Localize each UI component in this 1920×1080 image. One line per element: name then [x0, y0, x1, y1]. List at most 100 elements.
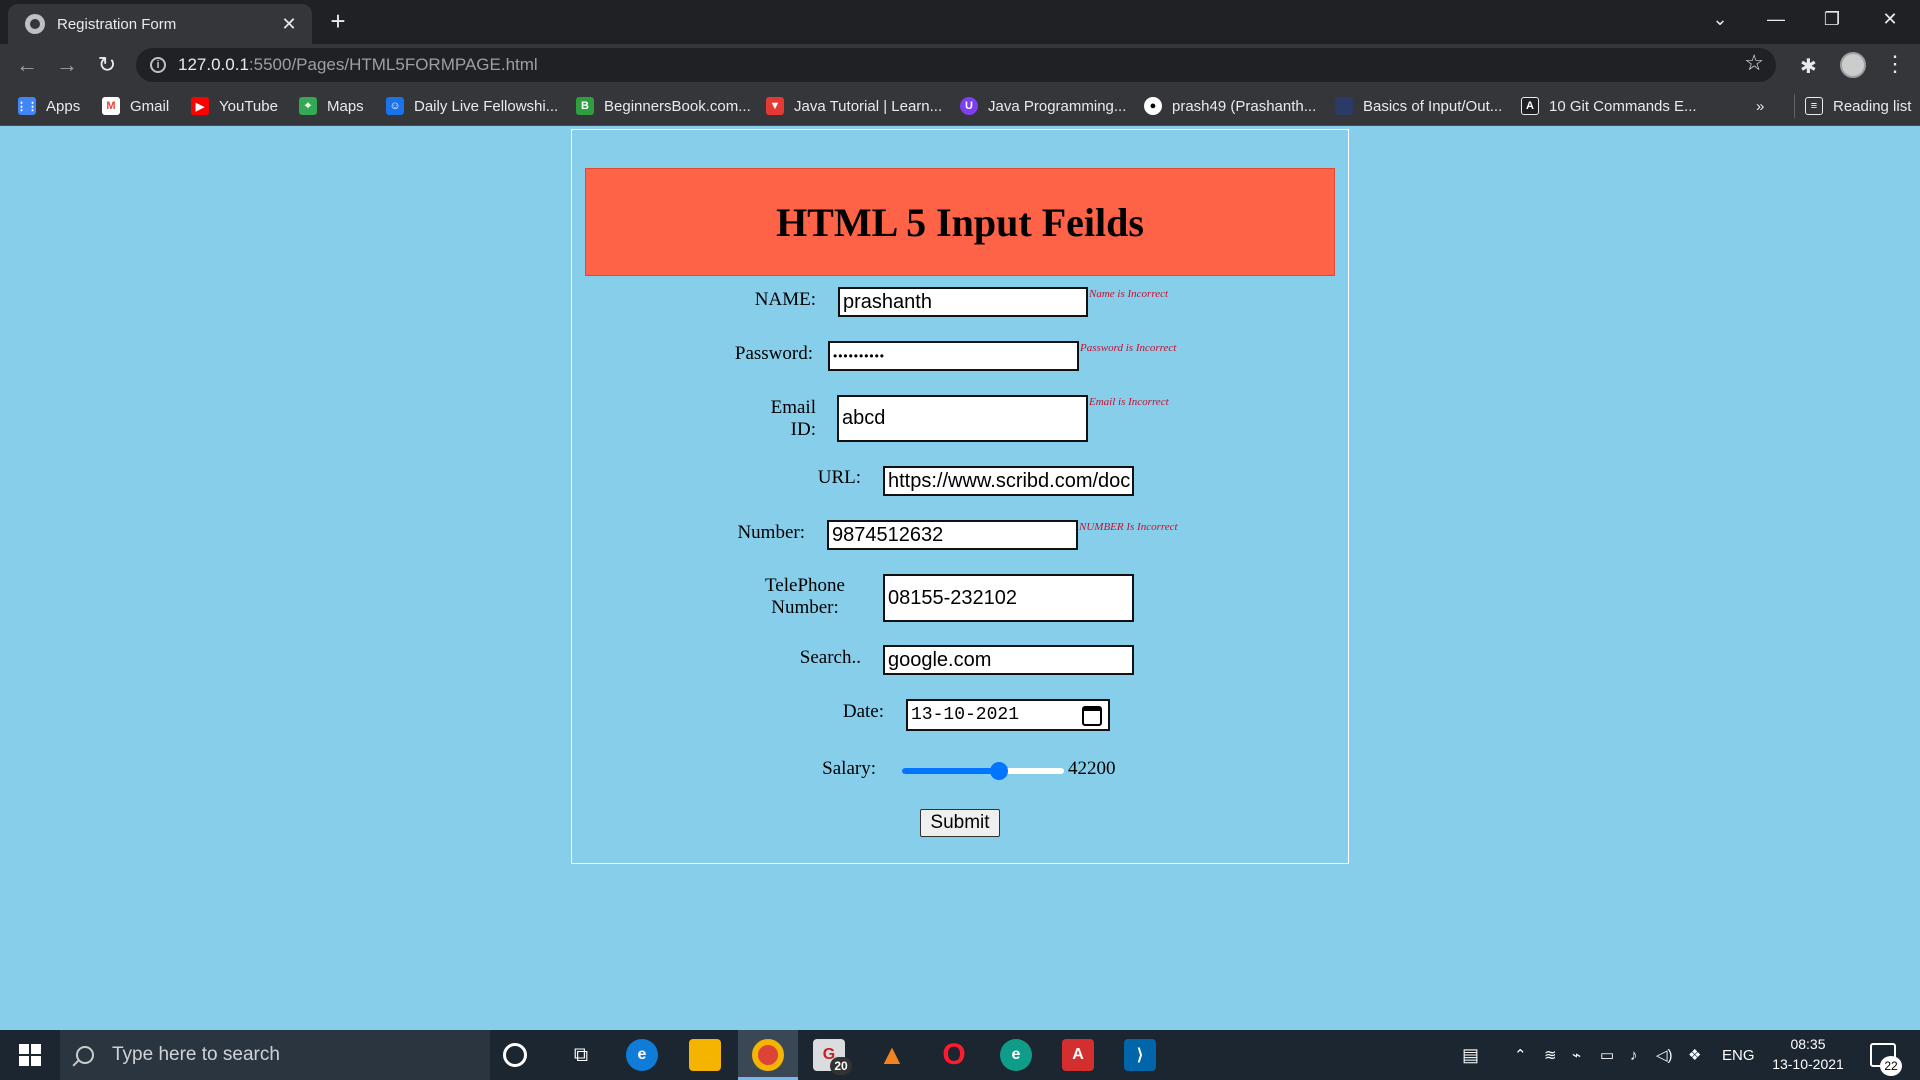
language-indicator[interactable]: ENG: [1722, 1030, 1755, 1080]
number-label: Number:: [737, 522, 805, 543]
gmail-icon: M: [102, 97, 120, 115]
number-input[interactable]: 9874512632: [827, 520, 1078, 550]
tab-strip: Registration Form ✕ + ⌄ — ❐ ✕: [0, 0, 1920, 44]
battery-icon[interactable]: ▭: [1600, 1030, 1614, 1080]
start-button[interactable]: [0, 1030, 60, 1080]
bookmark-daily-live[interactable]: ☺ Daily Live Fellowshi...: [386, 94, 558, 118]
submit-button[interactable]: Submit: [920, 809, 1000, 837]
url-input[interactable]: https://www.scribd.com/doc: [883, 466, 1134, 496]
password-input[interactable]: ••••••••••: [828, 341, 1079, 371]
bookmark-youtube[interactable]: ▶ YouTube: [191, 94, 278, 118]
date-input[interactable]: 13-10-2021: [906, 699, 1110, 731]
minimize-button[interactable]: —: [1748, 0, 1804, 40]
forward-button[interactable]: →: [52, 50, 82, 80]
network-icon[interactable]: ⌁: [1572, 1030, 1581, 1080]
name-input[interactable]: prashanth: [838, 287, 1088, 317]
bookmark-java-programming[interactable]: U Java Programming...: [960, 94, 1126, 118]
github-icon: ●: [1144, 97, 1162, 115]
bookmark-star-icon[interactable]: ☆: [1744, 50, 1764, 76]
bookmark-maps[interactable]: ⌖ Maps: [299, 94, 364, 118]
registration-form: HTML 5 Input Feilds: [571, 129, 1349, 864]
search-field[interactable]: google.com: [883, 645, 1134, 675]
edge-icon[interactable]: e: [626, 1039, 658, 1071]
browser-tab[interactable]: Registration Form ✕: [8, 4, 312, 44]
salary-label: Salary:: [822, 758, 876, 779]
vlc-icon[interactable]: ▲: [876, 1039, 908, 1071]
gmail-badge: 20: [830, 1057, 852, 1075]
password-label: Password:: [734, 343, 813, 364]
more-bookmarks-button[interactable]: »: [1756, 94, 1764, 118]
profile-avatar[interactable]: [1840, 52, 1866, 78]
bookmark-github[interactable]: ● prash49 (Prashanth...: [1144, 94, 1316, 118]
bookmark-label: Daily Live Fellowshi...: [414, 97, 559, 115]
microphone-icon[interactable]: ♪: [1630, 1030, 1638, 1080]
basics-io-icon: [1335, 97, 1353, 115]
close-window-button[interactable]: ✕: [1862, 0, 1918, 40]
salary-value: 42200: [1068, 758, 1116, 779]
telephone-input[interactable]: 08155-232102: [883, 574, 1134, 622]
bookmark-label: Java Tutorial | Learn...: [794, 97, 943, 115]
maps-icon: ⌖: [299, 97, 317, 115]
new-tab-button[interactable]: +: [324, 8, 352, 36]
tab-title: Registration Form: [57, 15, 177, 33]
reload-button[interactable]: ↻: [92, 50, 122, 80]
bookmark-java-tutorial[interactable]: ▼ Java Tutorial | Learn...: [766, 94, 942, 118]
clock-time: 08:35: [1790, 1036, 1826, 1052]
acrobat-icon[interactable]: A: [1062, 1039, 1094, 1071]
email-error: Email is Incorrect: [1089, 396, 1169, 408]
dropbox-icon[interactable]: ❖: [1688, 1030, 1701, 1080]
email-label: Email ID:: [720, 397, 816, 441]
windows-taskbar: Type here to search ⧉ e G 20 ▲ O e A ⟩ ▤…: [0, 1030, 1920, 1080]
java-programming-icon: U: [960, 97, 978, 115]
edge-beta-icon[interactable]: e: [1000, 1039, 1032, 1071]
chrome-icon[interactable]: [752, 1039, 784, 1071]
bookmark-label: Gmail: [130, 97, 170, 115]
bookmark-beginnersbook[interactable]: B BeginnersBook.com...: [576, 94, 751, 118]
taskbar-search[interactable]: Type here to search: [60, 1030, 490, 1080]
date-value: 13-10-2021: [911, 705, 1020, 725]
form-header: HTML 5 Input Feilds: [585, 168, 1335, 276]
bookmarks-bar: ⋮⋮ Apps M Gmail ▶ YouTube ⌖ Maps ☺ Daily…: [0, 86, 1920, 126]
java-tutorial-icon: ▼: [766, 97, 784, 115]
search-icon: [76, 1046, 94, 1064]
bookmark-apps[interactable]: ⋮⋮ Apps: [16, 94, 80, 118]
calendar-icon[interactable]: [1082, 706, 1102, 726]
taskbar-search-placeholder: Type here to search: [112, 1044, 280, 1065]
restore-button[interactable]: ❐: [1804, 0, 1860, 40]
extensions-icon[interactable]: ✱: [1800, 54, 1817, 79]
notification-count: 22: [1880, 1056, 1902, 1076]
beginnersbook-icon: B: [576, 97, 594, 115]
wifi-icon[interactable]: ≋: [1544, 1030, 1557, 1080]
bookmark-basics-io[interactable]: Basics of Input/Out...: [1335, 94, 1502, 118]
bookmark-gmail[interactable]: M Gmail: [102, 94, 169, 118]
show-hidden-icons[interactable]: ⌃: [1514, 1030, 1527, 1080]
back-button[interactable]: ←: [12, 50, 42, 80]
site-info-icon[interactable]: i: [150, 57, 166, 73]
email-input[interactable]: abcd: [837, 395, 1088, 442]
bookmark-label: 10 Git Commands E...: [1549, 97, 1697, 115]
system-clock[interactable]: 08:35 13-10-2021: [1768, 1034, 1848, 1074]
address-bar[interactable]: i 127.0.0.1 :5500/Pages/HTML5FORMPAGE.ht…: [136, 48, 1776, 82]
telephone-label: TelePhone Number:: [740, 575, 870, 619]
tab-search-icon[interactable]: ⌄: [1692, 0, 1748, 40]
bookmark-label: YouTube: [219, 97, 278, 115]
task-view-icon[interactable]: ⧉: [565, 1039, 597, 1071]
volume-icon[interactable]: ◁): [1656, 1030, 1673, 1080]
windows-logo-icon: [19, 1044, 41, 1066]
reading-list-button[interactable]: ≡ Reading list: [1794, 94, 1911, 118]
cortana-icon[interactable]: [503, 1043, 527, 1067]
browser-menu-icon[interactable]: ⋮: [1884, 50, 1906, 78]
news-icon[interactable]: ▤: [1462, 1030, 1479, 1080]
close-tab-icon[interactable]: ✕: [278, 14, 300, 35]
vscode-icon[interactable]: ⟩: [1124, 1039, 1156, 1071]
salary-slider[interactable]: [902, 762, 1064, 780]
browser-toolbar: ← → ↻ i 127.0.0.1 :5500/Pages/HTML5FORMP…: [0, 44, 1920, 86]
file-explorer-icon[interactable]: [689, 1039, 721, 1071]
bookmark-label: Maps: [327, 97, 364, 115]
bookmark-label: prash49 (Prashanth...: [1172, 97, 1317, 115]
page-title: HTML 5 Input Feilds: [776, 199, 1144, 245]
opera-icon[interactable]: O: [938, 1038, 970, 1071]
url-path: :5500/Pages/HTML5FORMPAGE.html: [248, 55, 538, 74]
telephone-label-line2: Number:: [771, 597, 839, 618]
bookmark-git-commands[interactable]: A 10 Git Commands E...: [1521, 94, 1697, 118]
